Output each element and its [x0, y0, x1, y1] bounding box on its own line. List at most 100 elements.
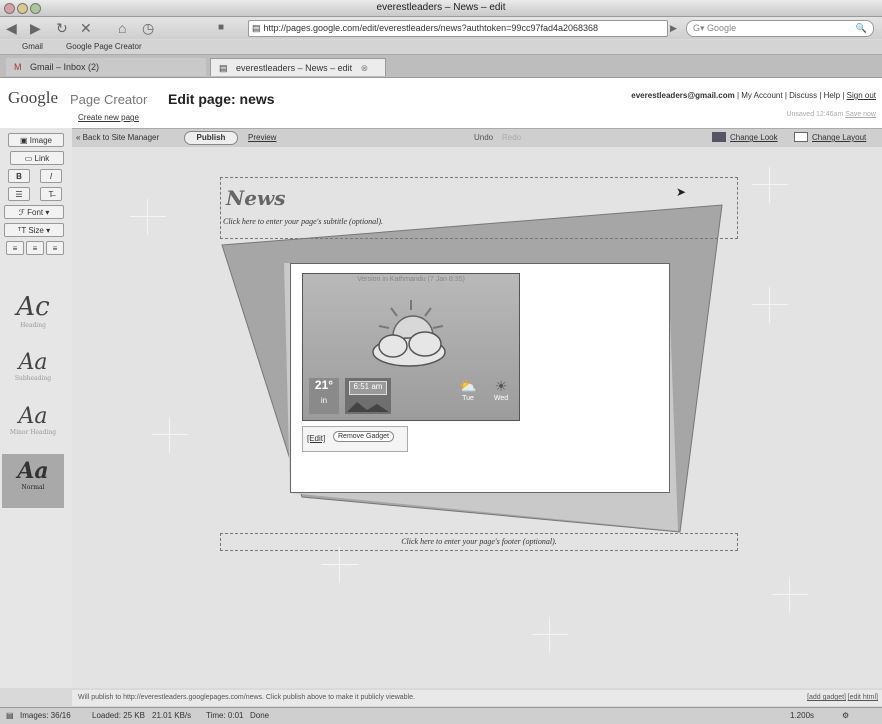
- size-label: Size: [28, 226, 44, 235]
- align-center-icon: ≡: [32, 244, 38, 253]
- align-right-button[interactable]: ≡: [46, 241, 64, 255]
- clear-format-button[interactable]: T̶: [40, 187, 62, 201]
- window-title: everestleaders – News – edit: [376, 2, 506, 13]
- style-glyph: Aa: [18, 404, 48, 429]
- footer-region[interactable]: Click here to enter your page's footer (…: [220, 533, 738, 551]
- sun-cloud-icon: [372, 300, 446, 367]
- site-identity-icon[interactable]: ■: [218, 22, 224, 33]
- cloud-sun-icon: ⛅: [459, 378, 477, 394]
- back-arrow-icon[interactable]: ◀: [6, 20, 17, 37]
- go-arrow-icon[interactable]: ▶: [670, 23, 677, 34]
- forward-arrow-icon[interactable]: ▶: [30, 20, 41, 37]
- account-menu-links[interactable]: | My Account | Discuss | Help |: [737, 91, 844, 100]
- insert-image-button[interactable]: ▣ Image: [8, 133, 64, 147]
- sign-out-link[interactable]: Sign out: [847, 91, 876, 100]
- change-layout-link[interactable]: Change Layout: [812, 133, 866, 142]
- align-left-icon: ≡: [12, 244, 18, 253]
- close-tab-icon[interactable]: ⊗: [361, 63, 369, 73]
- redo-button[interactable]: Redo: [502, 133, 521, 142]
- align-left-button[interactable]: ≡: [6, 241, 24, 255]
- tab-label: everestleaders – News – edit: [236, 63, 353, 73]
- account-email: everestleaders@gmail.com: [631, 91, 735, 100]
- align-center-button[interactable]: ≡: [26, 241, 44, 255]
- bookmark-page-creator[interactable]: Google Page Creator: [66, 42, 142, 51]
- temperature-panel: 21° in: [309, 378, 339, 414]
- bold-button[interactable]: B: [8, 169, 30, 183]
- bullet-list-button[interactable]: ☰: [8, 187, 30, 201]
- preview-link[interactable]: Preview: [248, 133, 276, 142]
- page-footer-text[interactable]: Click here to enter your page's footer (…: [401, 537, 557, 546]
- style-normal[interactable]: Aa Normal: [2, 454, 64, 508]
- style-subheading[interactable]: Aa Subheading: [2, 346, 64, 394]
- forecast-day-label: Wed: [493, 395, 509, 402]
- style-label: Heading: [20, 322, 46, 329]
- publish-button[interactable]: Publish: [184, 131, 238, 145]
- link-label: Link: [34, 154, 50, 163]
- save-status: Unsaved 12:46am Save now: [786, 111, 876, 118]
- remove-gadget-button[interactable]: Remove Gadget: [333, 431, 394, 442]
- align-right-icon: ≡: [52, 244, 58, 253]
- undo-button[interactable]: Undo: [474, 133, 493, 142]
- page-subtitle[interactable]: Click here to enter your page's subtitle…: [223, 217, 383, 226]
- account-links: everestleaders@gmail.com | My Account | …: [631, 91, 876, 100]
- time-panel: 6:51 am: [345, 378, 391, 414]
- forecast-day-2: ☀ Wed: [487, 378, 515, 414]
- style-minor-heading[interactable]: Aa Minor Heading: [2, 400, 64, 448]
- edit-html-link[interactable]: [edit html]: [848, 690, 878, 706]
- font-icon: ℱ: [18, 208, 28, 217]
- title-region[interactable]: News Click here to enter your page's sub…: [220, 177, 738, 239]
- sun-icon: ☀: [494, 378, 508, 394]
- search-engine-icon[interactable]: G▾: [693, 23, 705, 33]
- status-loaded: Loaded: 25 KB: [92, 711, 145, 720]
- style-heading[interactable]: Ac Heading: [2, 288, 64, 336]
- stop-icon[interactable]: ✕: [80, 20, 92, 37]
- italic-button[interactable]: I: [40, 169, 62, 183]
- product-name: Page Creator: [70, 92, 148, 107]
- insert-link-button[interactable]: ▭ Link: [10, 151, 64, 165]
- style-glyph: Ac: [16, 292, 50, 322]
- font-dropdown[interactable]: ℱ Font ▾: [4, 205, 64, 219]
- edit-gadget-link[interactable]: [Edit]: [307, 434, 325, 443]
- publish-note: Will publish to http://everestleaders.go…: [78, 694, 415, 701]
- change-layout-icon: [794, 132, 808, 142]
- main-content[interactable]: Version in Kathmandu (7 Jan 8:35) 21° in…: [290, 263, 670, 493]
- tab-label: Gmail – Inbox (2): [30, 62, 100, 72]
- status-settings-icon[interactable]: ⚙: [842, 708, 849, 724]
- create-new-page-link[interactable]: Create new page: [78, 113, 139, 122]
- tab-gmail[interactable]: M Gmail – Inbox (2): [6, 58, 206, 76]
- home-icon[interactable]: ⌂: [118, 20, 126, 36]
- google-logo[interactable]: Google: [8, 88, 58, 108]
- status-rate: 21.01 KB/s: [152, 711, 192, 720]
- style-glyph: Aa: [17, 458, 49, 484]
- bookmarks-bar: Gmail Google Page Creator: [0, 40, 882, 55]
- formatting-panel: ▣ Image ▭ Link B I ☰ T̶ ℱ Font ▾ ᵀT Size…: [0, 128, 72, 688]
- url-text: http://pages.google.com/edit/everestlead…: [263, 23, 599, 33]
- back-to-site-manager-link[interactable]: « Back to Site Manager: [76, 133, 159, 142]
- page-heading[interactable]: News: [226, 186, 285, 210]
- page-canvas: News Click here to enter your page's sub…: [72, 147, 882, 688]
- publish-note-bar: Will publish to http://everestleaders.go…: [72, 690, 882, 706]
- image-label: Image: [29, 136, 52, 145]
- clear-format-icon: T̶: [48, 190, 54, 199]
- size-icon: ᵀT: [17, 226, 29, 235]
- bullet-list-icon: ☰: [15, 190, 23, 199]
- temperature-unit: in: [320, 396, 328, 405]
- browser-toolbar: ◀ ▶ ↻ ✕ ⌂ ◷ ■ ▤ http://pages.google.com/e…: [0, 17, 882, 39]
- style-label: Minor Heading: [9, 429, 57, 436]
- change-look-link[interactable]: Change Look: [730, 133, 778, 142]
- save-now-link[interactable]: Save now: [845, 111, 876, 118]
- size-dropdown[interactable]: ᵀT Size ▾: [4, 223, 64, 237]
- status-images: Images: 36/16: [20, 711, 71, 720]
- tab-news-edit[interactable]: ▤ everestleaders – News – edit ⊗: [210, 58, 386, 76]
- weather-gadget[interactable]: Version in Kathmandu (7 Jan 8:35) 21° in…: [302, 273, 520, 421]
- search-icon[interactable]: 🔍: [856, 21, 867, 36]
- url-field[interactable]: ▤ http://pages.google.com/edit/everestlea…: [248, 20, 668, 37]
- bookmark-gmail[interactable]: Gmail: [22, 42, 43, 51]
- reload-icon[interactable]: ↻: [56, 20, 68, 37]
- add-gadget-link[interactable]: [add gadget]: [807, 690, 846, 706]
- search-placeholder: Google: [707, 23, 737, 33]
- unsaved-text: Unsaved 12:46am: [786, 111, 844, 118]
- search-field[interactable]: G▾ Google 🔍: [686, 20, 874, 37]
- history-icon[interactable]: ◷: [142, 20, 154, 37]
- temperature-value: 21°: [314, 378, 334, 392]
